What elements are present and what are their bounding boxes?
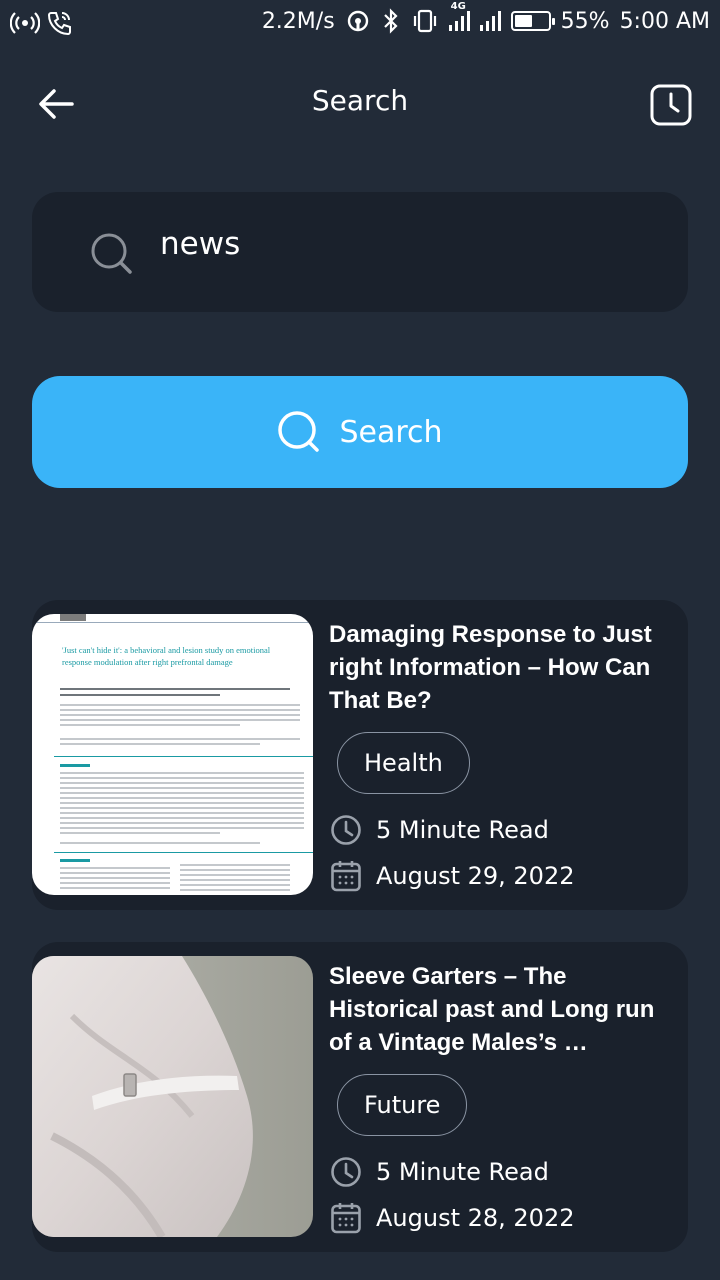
hotspot-share-icon xyxy=(347,10,368,32)
sleeve-garter-photo xyxy=(32,956,313,1237)
read-time: 5 Minute Read xyxy=(376,1158,549,1186)
battery-icon xyxy=(510,11,555,31)
search-button-label: Search xyxy=(339,414,443,450)
clock-icon xyxy=(331,1157,361,1187)
battery-level-fill xyxy=(514,15,533,27)
read-time-row: 5 Minute Read xyxy=(330,814,549,846)
clock-icon xyxy=(650,84,692,126)
calendar-icon xyxy=(331,861,361,892)
publish-date: August 29, 2022 xyxy=(376,862,575,890)
search-input-value: news xyxy=(160,226,241,262)
mobile-signal-1: 4G xyxy=(448,1,470,31)
page-title: Search xyxy=(311,84,409,117)
result-card[interactable]: 'Just can't hide it': a behavioral and l… xyxy=(32,600,688,910)
read-time: 5 Minute Read xyxy=(376,816,549,844)
network-type-badge: 4G xyxy=(450,1,466,12)
date-row: August 29, 2022 xyxy=(330,859,575,893)
thumbnail-document-title: 'Just can't hide it': a behavioral and l… xyxy=(62,645,271,667)
article-thumbnail xyxy=(32,956,313,1237)
search-icon xyxy=(91,233,132,274)
search-icon xyxy=(278,411,320,452)
bluetooth-icon xyxy=(383,8,398,34)
status-bar: 2.2M/s 4G 55% 5:00 AM xyxy=(0,0,720,50)
vibrate-icon xyxy=(413,9,436,33)
clock-icon xyxy=(331,815,361,845)
shirt-sleeve-image xyxy=(32,956,253,1237)
date-row: August 28, 2022 xyxy=(330,1201,575,1235)
article-title: Damaging Response to Just right Informat… xyxy=(329,621,652,714)
clock-time: 5:00 AM xyxy=(619,8,710,34)
signal-bars-icon-2 xyxy=(479,11,501,31)
read-time-row: 5 Minute Read xyxy=(330,1156,549,1188)
status-right-icons: 2.2M/s 4G 55% 5:00 AM xyxy=(261,1,710,34)
calendar-icon xyxy=(331,1203,361,1234)
battery-percent: 55% xyxy=(560,8,610,34)
article-title: Sleeve Garters – The Historical past and… xyxy=(329,963,655,1056)
network-speed: 2.2M/s xyxy=(261,8,335,34)
wifi-calling-icon xyxy=(47,12,71,36)
document-preview-image: 'Just can't hide it': a behavioral and l… xyxy=(32,614,313,895)
signal-bars-icon xyxy=(448,11,470,31)
publish-date: August 28, 2022 xyxy=(376,1204,575,1232)
search-button[interactable]: Search xyxy=(32,376,688,488)
search-screen: 2.2M/s 4G 55% 5:00 AM Search news Search… xyxy=(0,0,720,1280)
hotspot-icon xyxy=(10,12,40,34)
article-thumbnail: 'Just can't hide it': a behavioral and l… xyxy=(32,614,313,895)
history-button[interactable] xyxy=(650,84,692,126)
category-tag[interactable]: Health xyxy=(337,732,470,794)
result-card[interactable]: Sleeve Garters – The Historical past and… xyxy=(32,942,688,1252)
status-left-icons xyxy=(10,10,72,36)
category-tag[interactable]: Future xyxy=(337,1074,468,1136)
search-input[interactable]: news xyxy=(32,192,688,312)
